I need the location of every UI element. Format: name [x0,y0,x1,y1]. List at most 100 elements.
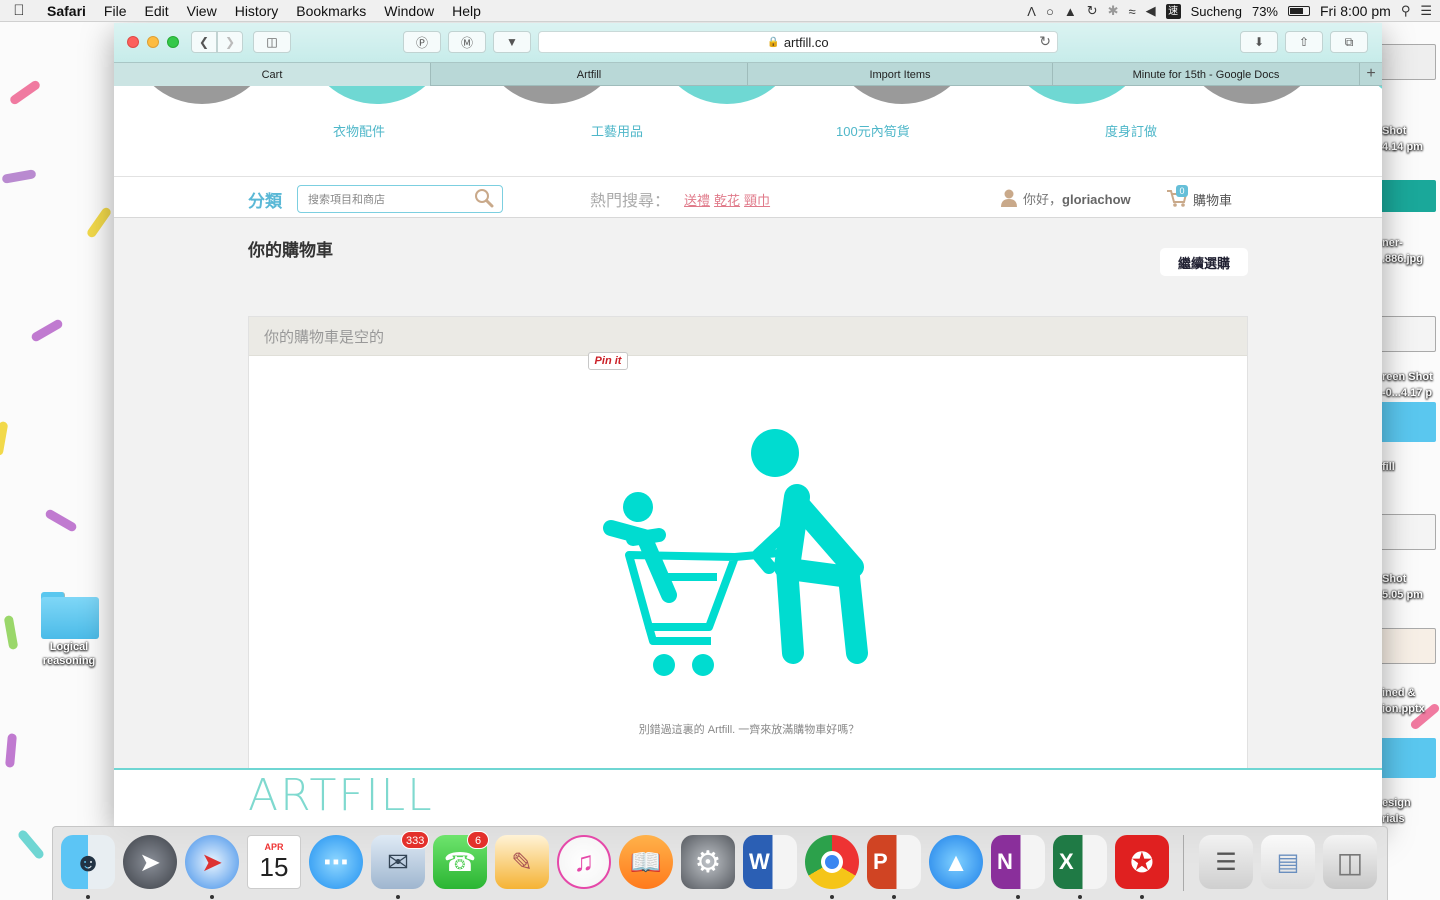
menu-bookmarks[interactable]: Bookmarks [287,3,375,19]
input-method-name[interactable]: Sucheng [1191,4,1242,19]
category-circle[interactable] [657,86,797,104]
reload-icon[interactable]: ↻ [1039,33,1051,50]
category-circle[interactable] [1007,86,1147,104]
menu-edit[interactable]: Edit [135,3,177,19]
menu-window[interactable]: Window [375,3,443,19]
category-link-under-100[interactable]: 100元內筍貨 [836,121,910,140]
pocket-extension-icon[interactable]: ▼ [493,31,531,53]
creative-cloud-icon[interactable]: ○ [1046,4,1054,19]
search-input[interactable]: 搜索項目和商店 [297,185,503,213]
category-circle[interactable] [1357,86,1382,104]
notification-center-icon[interactable]: ☰ [1420,3,1432,19]
screenshot-thumbnail[interactable] [1380,316,1436,352]
battery-percent[interactable]: 73% [1252,4,1278,19]
hot-link[interactable]: 頸巾 [744,190,770,209]
battery-icon[interactable] [1288,6,1310,16]
safari-icon[interactable]: ➤ [185,835,239,889]
time-machine-icon[interactable]: ↻ [1087,3,1098,19]
grammarly-extension-icon[interactable]: Ⓜ [448,31,486,53]
adobe-icon[interactable]: Λ [1027,4,1036,19]
pinterest-extension-icon[interactable]: Ⓟ [403,31,441,53]
user-greeting[interactable]: 你好，gloriachow [1023,189,1131,208]
menu-app-name[interactable]: Safari [38,3,95,19]
apple-menu-icon[interactable]:  [0,2,38,19]
screenshot-thumbnail[interactable] [1380,514,1436,550]
file-label: Shot [1382,573,1407,585]
cart-link[interactable]: 購物車 [1193,190,1232,209]
address-bar[interactable]: 🔒 artfill.co ↻ [538,31,1058,53]
menu-view[interactable]: View [178,3,226,19]
menu-help[interactable]: Help [443,3,490,19]
menu-history[interactable]: History [226,3,288,19]
excel-icon[interactable]: X [1053,835,1107,889]
category-circle[interactable] [307,86,447,104]
continue-shopping-button[interactable]: 繼續選購 [1160,248,1248,276]
calendar-icon[interactable]: APR 15 [247,835,301,889]
sprinkle-decoration [44,508,78,533]
trash-icon[interactable]: ◫ [1323,835,1377,889]
input-method-icon[interactable]: 速 [1165,3,1181,19]
zoom-window-button[interactable] [167,36,179,48]
artfill-logo[interactable]: ARTFILL [248,770,434,821]
notebook-icon[interactable]: ☰ [1199,835,1253,889]
tab-import-items[interactable]: Import Items [748,63,1053,86]
folder-icon[interactable] [1380,738,1436,778]
close-window-button[interactable] [127,36,139,48]
categories-menu[interactable]: 分類 [248,187,282,212]
category-link-custom[interactable]: 度身訂做 [1105,121,1157,140]
presentation-thumbnail[interactable] [1380,628,1436,664]
spotlight-icon[interactable]: ⚲ [1401,3,1411,19]
messages-icon[interactable]: ⋯ [309,835,363,889]
minimize-window-button[interactable] [147,36,159,48]
category-circle[interactable] [832,86,972,104]
ibooks-icon[interactable]: 📖 [619,835,673,889]
clock[interactable]: Fri 8:00 pm [1320,3,1391,19]
category-circle[interactable] [482,86,622,104]
screenshot-thumbnail[interactable] [1380,44,1436,80]
tabs-overview-button[interactable]: ⧉ [1330,31,1368,53]
powerpoint-icon[interactable]: P [867,835,921,889]
category-circle[interactable] [1182,86,1322,104]
downloads-button[interactable]: ⬇ [1240,31,1278,53]
desktop-folder[interactable]: Logical reasoning [36,592,102,668]
back-button[interactable]: ❮ [191,31,217,53]
chrome-icon[interactable] [805,835,859,889]
pages-icon[interactable]: ✎ [495,835,549,889]
sidebar-button[interactable]: ◫ [253,31,291,53]
folder-icon [39,592,99,640]
file-label: 5.05 pm [1382,589,1423,601]
category-circle[interactable] [132,86,272,104]
new-tab-button[interactable]: + [1360,63,1382,85]
category-link-accessories[interactable]: 衣物配件 [333,121,385,140]
finder-icon[interactable]: ☻ [61,835,115,889]
site-header-bar: 分類 搜索項目和商店 熱門搜尋： 送禮 乾花 頸巾 你好，gloriachow [114,176,1382,218]
bluetooth-icon[interactable]: ✱ [1108,3,1119,19]
volume-icon[interactable]: ◀ [1146,3,1156,19]
folder-icon[interactable] [1380,402,1436,442]
drive-icon[interactable]: ▲ [1064,4,1077,19]
search-icon[interactable] [474,188,494,208]
menu-file[interactable]: File [95,3,136,19]
acrobat-icon[interactable]: ✪ [1115,835,1169,889]
forward-button[interactable]: ❯ [217,31,243,53]
onenote-icon[interactable]: N [991,835,1045,889]
documents-stack-icon[interactable]: ▤ [1261,835,1315,889]
sprinkle-decoration [0,420,9,457]
tab-artfill[interactable]: Artfill [431,63,748,86]
tab-google-docs[interactable]: Minute for 15th - Google Docs [1053,63,1360,86]
pin-it-button[interactable]: Pin it [588,352,628,370]
file-label: 4.14 pm [1382,141,1423,153]
category-link-crafts[interactable]: 工藝用品 [591,121,643,140]
app-store-icon[interactable]: ▲ [929,835,983,889]
share-button[interactable]: ⇧ [1285,31,1323,53]
tab-cart[interactable]: Cart [114,63,431,86]
wifi-icon[interactable]: ≈ [1129,4,1136,19]
image-thumbnail[interactable] [1380,180,1436,212]
running-indicator [1016,895,1020,899]
hot-link[interactable]: 送禮 [684,190,710,209]
word-icon[interactable]: W [743,835,797,889]
hot-link[interactable]: 乾花 [714,190,740,209]
itunes-icon[interactable]: ♫ [557,835,611,889]
launchpad-icon[interactable]: ➤ [123,835,177,889]
system-preferences-icon[interactable]: ⚙ [681,835,735,889]
